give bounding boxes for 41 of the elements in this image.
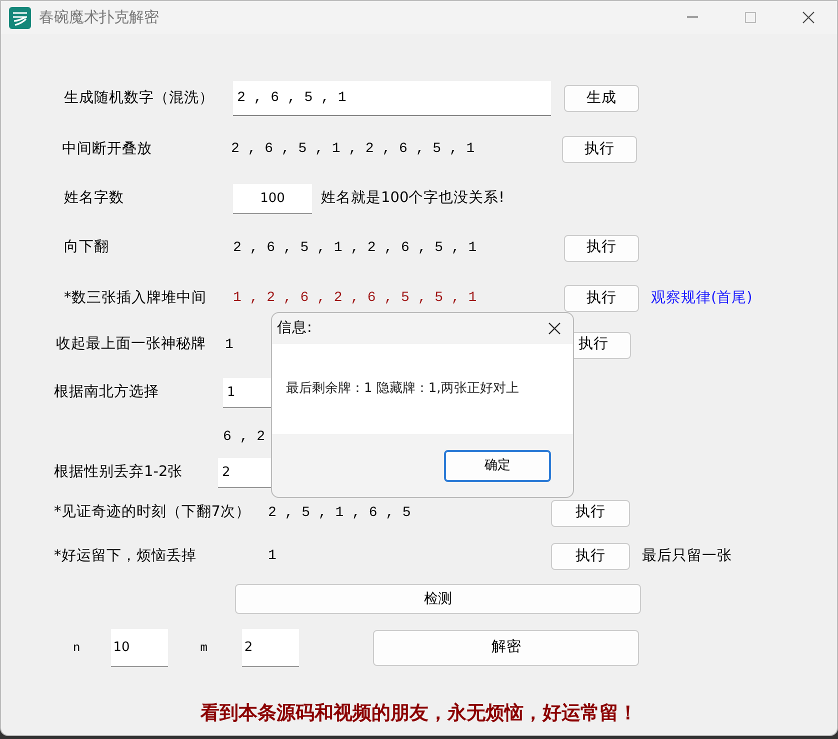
step-label: *数三张插入牌堆中间 xyxy=(64,290,206,306)
hint-text: 最后只留一张 xyxy=(642,546,732,566)
step-label: *好运留下，烦恼丢掉 xyxy=(54,548,196,564)
step-label: 根据南北方选择 xyxy=(54,384,159,400)
step-label: 向下翻 xyxy=(64,239,109,256)
execute-button[interactable]: 执行 xyxy=(551,543,630,570)
execute-button[interactable]: 生成 xyxy=(564,85,639,112)
ok-button[interactable]: 确定 xyxy=(444,450,551,482)
execute-button[interactable]: 执行 xyxy=(551,500,630,526)
hint-text: 姓名就是100个字也没关系! xyxy=(321,188,504,208)
execute-button[interactable]: 执行 xyxy=(562,136,637,163)
step-label: 根据性别丢弃1-2张 xyxy=(54,464,183,480)
footer-message: 看到本条源码和视频的朋友，永无烦恼，好运常留！ xyxy=(199,701,638,726)
step-label: *见证奇迹的时刻（下翻7次） xyxy=(54,504,250,520)
execute-button[interactable]: 执行 xyxy=(564,234,639,262)
result-text: 1 xyxy=(225,336,234,354)
n-label: n xyxy=(73,640,80,657)
result-text: 1 , 2 , 6 , 2 , 6 , 5 , 5 , 1 xyxy=(233,289,477,308)
result-text: 2 , 6 , 5 , 1 , 2 , 6 , 5 , 1 xyxy=(231,140,475,159)
execute-button[interactable]: 执行 xyxy=(564,285,639,312)
result-text: 2 , 6 , 5 , 1 , 2 , 6 , 5 , 1 xyxy=(233,238,477,258)
result-text: 1 xyxy=(268,547,276,566)
result-text: 6 , 2 xyxy=(223,428,266,446)
check-button[interactable]: 检测 xyxy=(235,584,641,614)
input-field[interactable]: 100 xyxy=(233,184,312,214)
step-label: 收起最上面一张神秘牌 xyxy=(56,336,206,352)
decode-button[interactable]: 解密 xyxy=(373,630,640,666)
hint-link[interactable]: 观察规律(首尾) xyxy=(651,288,752,310)
input-field[interactable]: 2 , 6 , 5 , 1 xyxy=(233,81,551,116)
window-title: 春碗魔术扑克解密 xyxy=(39,7,159,28)
m-field[interactable]: 2 xyxy=(242,629,300,667)
close-icon[interactable] xyxy=(802,11,814,24)
step-label: 姓名字数 xyxy=(64,190,124,206)
dialog-title: 信息: xyxy=(277,318,312,338)
m-label: m xyxy=(200,640,208,657)
step-label: 生成随机数字（混洗） xyxy=(64,90,214,106)
app-icon xyxy=(9,6,31,28)
result-text: 2 , 5 , 1 , 6 , 5 xyxy=(268,504,411,522)
close-icon[interactable] xyxy=(548,322,561,335)
n-field[interactable]: 10 xyxy=(111,629,168,667)
step-label: 中间断开叠放 xyxy=(62,140,152,157)
